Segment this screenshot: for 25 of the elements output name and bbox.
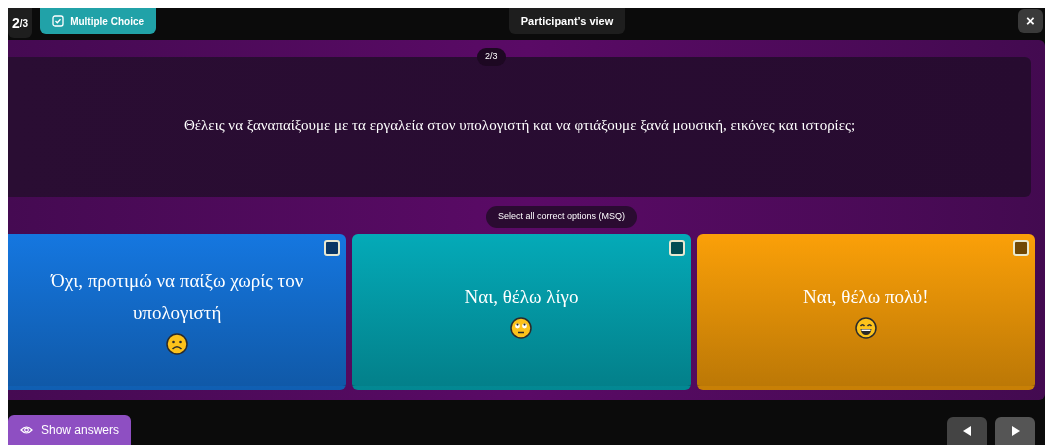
- option-checkbox[interactable]: [324, 240, 341, 256]
- grinning-face-icon: [854, 317, 877, 339]
- close-button[interactable]: ×: [1018, 9, 1043, 33]
- right-triangle-icon: [1010, 426, 1020, 436]
- answer-option[interactable]: Ναι, θέλω λίγο: [352, 234, 691, 390]
- option-checkbox[interactable]: [668, 240, 685, 256]
- question-type-badge: Multiple Choice: [40, 8, 157, 34]
- eye-roll-face-icon: [510, 317, 533, 339]
- checkbox-icon: [52, 15, 65, 27]
- question-text: Θέλεις να ξαναπαίξουμε με τα εργαλεία στον υπολογιστή και να φτιάξουμε ξανά μουσική, εικόνες και ιστορίες;: [183, 115, 856, 135]
- previous-button[interactable]: [947, 417, 987, 445]
- left-triangle-icon: [962, 426, 972, 436]
- progress-pill: 2/3: [477, 48, 506, 66]
- next-button[interactable]: [995, 417, 1035, 445]
- option-text: Όχι, προτιμώ να παίξω χωρίς τον υπολογιστή: [49, 269, 305, 325]
- show-answers-button[interactable]: Show answers: [8, 415, 132, 445]
- eye-icon: [20, 425, 33, 435]
- instruction-pill: Select all correct options (MSQ): [485, 206, 637, 228]
- question-counter: 2/3: [8, 8, 33, 38]
- option-checkbox[interactable]: [1013, 240, 1029, 256]
- option-text: Ναι, θέλω πολύ!: [803, 285, 929, 309]
- participant-view-label: Participant’s view: [508, 8, 626, 34]
- option-text: Ναι, θέλω λίγο: [464, 285, 579, 309]
- answer-option[interactable]: Όχι, προτιμώ να παίξω χωρίς τον υπολογιστή: [8, 234, 347, 390]
- sad-face-icon: [166, 333, 189, 355]
